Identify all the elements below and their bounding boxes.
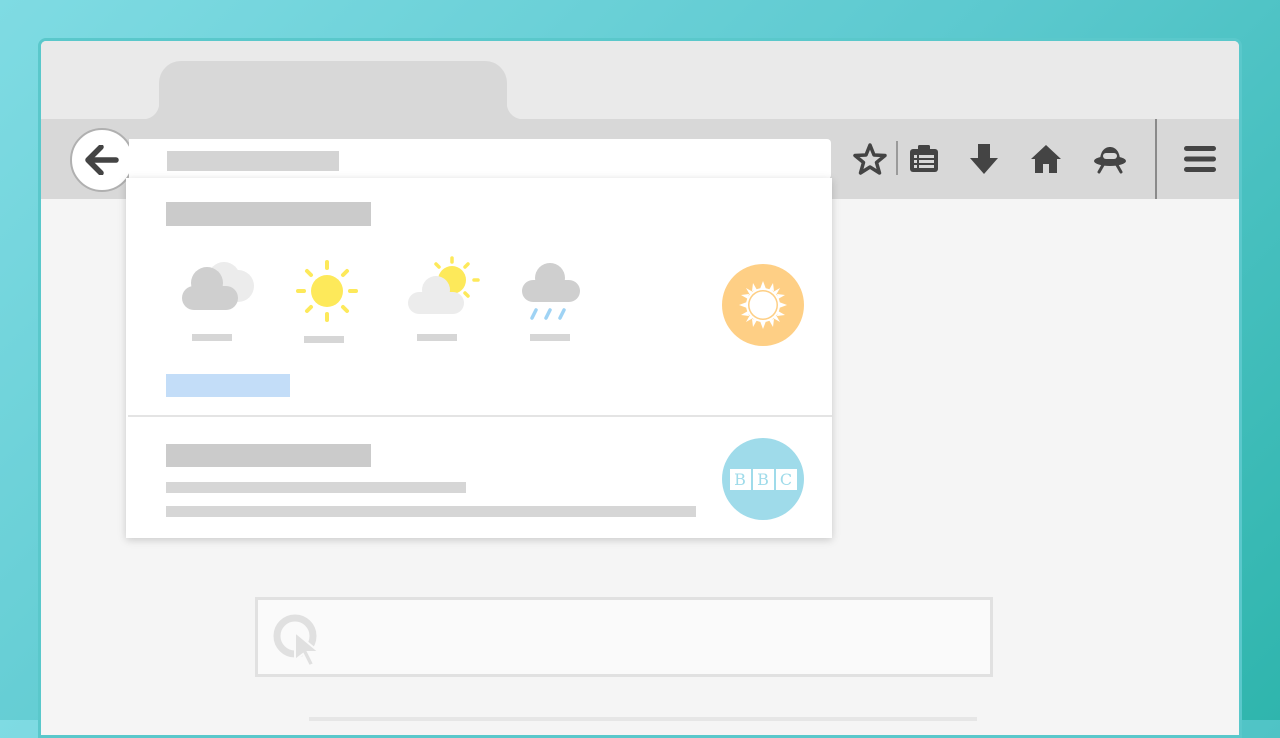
cloudy-icon bbox=[182, 262, 254, 310]
star-icon bbox=[853, 143, 887, 175]
pocket-button[interactable] bbox=[1092, 141, 1128, 177]
cursor-search-icon bbox=[273, 614, 322, 666]
url-suggestions-dropdown: B B C bbox=[126, 178, 832, 538]
home-icon bbox=[1031, 145, 1061, 173]
toolbar-separator bbox=[896, 141, 898, 175]
bbc-logo: B B C bbox=[729, 468, 798, 490]
bookmark-button[interactable] bbox=[852, 141, 888, 177]
bbc-letter: B bbox=[729, 468, 751, 490]
toolbar-separator bbox=[1155, 119, 1157, 199]
weather-title-placeholder bbox=[166, 202, 371, 226]
url-bar[interactable] bbox=[129, 139, 831, 179]
weather-more-link[interactable] bbox=[166, 374, 290, 397]
url-text-placeholder bbox=[167, 151, 339, 171]
bbc-letter: B bbox=[752, 468, 774, 490]
forecast-label-placeholder bbox=[304, 336, 344, 343]
back-button[interactable] bbox=[70, 128, 134, 192]
tab-bar bbox=[41, 41, 1239, 119]
search-box[interactable] bbox=[255, 597, 993, 677]
bbc-letter: C bbox=[775, 468, 797, 490]
weather-provider-badge[interactable] bbox=[722, 264, 804, 346]
content-placeholder-line bbox=[309, 717, 977, 721]
suggestion-divider bbox=[128, 415, 832, 417]
forecast-label-placeholder bbox=[530, 334, 570, 341]
forecast-label-placeholder bbox=[192, 334, 232, 341]
downloads-button[interactable] bbox=[966, 141, 1002, 177]
download-icon bbox=[970, 144, 998, 174]
reading-list-icon bbox=[910, 145, 938, 172]
ufo-icon bbox=[1094, 147, 1126, 174]
forecast-label-placeholder bbox=[417, 334, 457, 341]
back-arrow-icon bbox=[85, 145, 119, 175]
sunny-icon bbox=[296, 260, 358, 322]
news-provider-badge[interactable]: B B C bbox=[722, 438, 804, 520]
reading-list-button[interactable] bbox=[906, 141, 942, 177]
news-line-placeholder bbox=[166, 506, 696, 517]
partly-sunny-icon bbox=[408, 256, 480, 314]
rain-icon bbox=[522, 263, 580, 320]
menu-button[interactable] bbox=[1182, 141, 1218, 177]
news-title-placeholder bbox=[166, 444, 371, 467]
news-line-placeholder bbox=[166, 482, 466, 493]
sun-badge-icon bbox=[739, 281, 787, 329]
browser-tab[interactable] bbox=[143, 61, 523, 119]
hamburger-menu-icon bbox=[1184, 146, 1216, 172]
home-button[interactable] bbox=[1028, 141, 1064, 177]
